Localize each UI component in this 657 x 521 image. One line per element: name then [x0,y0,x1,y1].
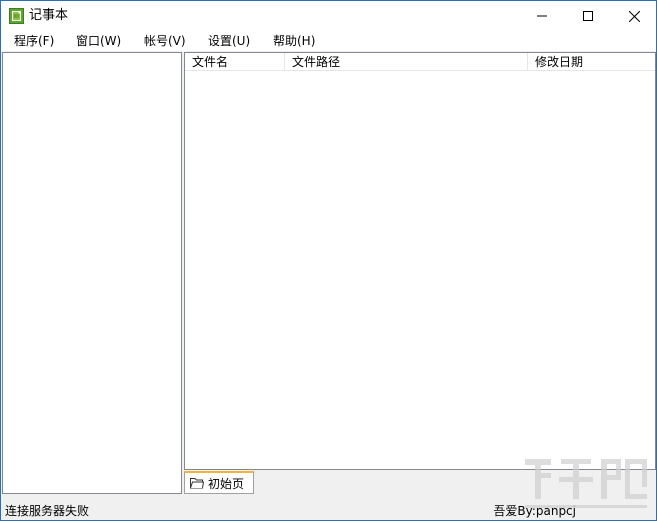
close-button[interactable] [611,1,657,31]
menu-bar: 程序(F) 窗口(W) 帐号(V) 设置(U) 帮助(H) [1,31,656,51]
window-title: 记事本 [29,8,69,23]
menu-window[interactable]: 窗口(W) [74,33,123,50]
notepad-app-icon [9,8,24,24]
app-window: 记事本 程序(F) 窗口(W) 帐号(V) 设置(U) 帮助(H) 文件名 文件… [0,0,657,521]
tab-home[interactable]: 初始页 [184,471,254,494]
menu-help[interactable]: 帮助(H) [271,33,317,50]
folder-icon [190,478,204,489]
tab-label: 初始页 [208,476,245,491]
menu-account[interactable]: 帐号(V) [142,33,188,50]
status-bar: 连接服务器失败 吾爱By:panpcj [1,497,656,520]
menu-settings[interactable]: 设置(U) [206,33,252,50]
tree-panel[interactable] [2,52,182,494]
close-icon [628,10,640,22]
column-header-modified-date[interactable]: 修改日期 [528,53,655,71]
menu-program[interactable]: 程序(F) [12,33,56,50]
credit-text: 吾爱By:panpcj [493,504,576,518]
connection-status: 连接服务器失败 [5,504,90,518]
list-header: 文件名 文件路径 修改日期 [185,53,655,71]
column-header-filepath[interactable]: 文件路径 [285,53,528,71]
file-list-panel[interactable]: 文件名 文件路径 修改日期 [184,52,656,470]
title-bar[interactable]: 记事本 [1,1,656,31]
column-header-filename[interactable]: 文件名 [185,53,285,71]
minimize-icon [537,15,547,17]
maximize-button[interactable] [565,1,611,31]
minimize-button[interactable] [519,1,565,31]
maximize-icon [583,11,593,21]
